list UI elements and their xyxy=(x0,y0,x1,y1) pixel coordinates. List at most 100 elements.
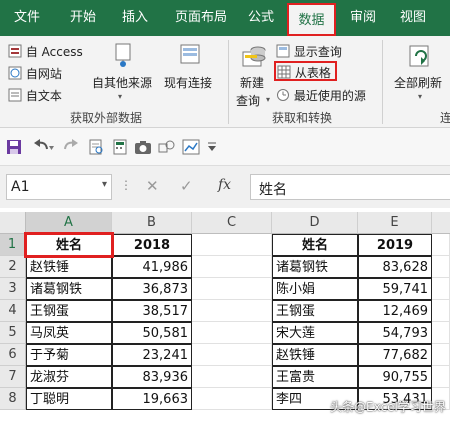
cell[interactable]: 23,241 xyxy=(112,344,192,366)
name-box[interactable]: A1 ▾ xyxy=(6,174,112,200)
tab-review[interactable]: 审阅 xyxy=(340,0,386,36)
cell[interactable]: 赵铁锤 xyxy=(272,344,358,366)
cell[interactable]: 宋大莲 xyxy=(272,322,358,344)
cell[interactable] xyxy=(432,300,450,322)
more-dots-icon: ⋮ xyxy=(120,178,132,192)
row-header[interactable]: 2 xyxy=(0,256,26,278)
customize-qat-icon[interactable] xyxy=(206,141,218,153)
shapes-icon[interactable] xyxy=(158,139,176,155)
cell[interactable]: 赵铁锤 xyxy=(26,256,112,278)
column-header-b[interactable]: B xyxy=(112,212,192,234)
from-web-button[interactable]: 自网站 xyxy=(8,64,62,82)
cell[interactable]: 59,741 xyxy=(358,278,432,300)
tab-formulas[interactable]: 公式 xyxy=(238,0,284,36)
formula-input[interactable]: 姓名 xyxy=(250,174,450,200)
cell[interactable] xyxy=(192,278,272,300)
tab-insert[interactable]: 插入 xyxy=(110,0,160,36)
new-query-button[interactable]: 新建 查询 ▾ xyxy=(234,40,274,108)
cell[interactable] xyxy=(192,322,272,344)
row-header[interactable]: 8 xyxy=(0,388,26,410)
cell[interactable]: 丁聪明 xyxy=(26,388,112,410)
row-header[interactable]: 3 xyxy=(0,278,26,300)
cell[interactable]: 姓名 xyxy=(272,234,358,256)
row-header[interactable]: 7 xyxy=(0,366,26,388)
row-header[interactable]: 6 xyxy=(0,344,26,366)
cell[interactable] xyxy=(432,322,450,344)
cell[interactable]: 于予菊 xyxy=(26,344,112,366)
from-access-button[interactable]: 自 Access xyxy=(8,42,83,60)
cell[interactable]: 诸葛钢铁 xyxy=(26,278,112,300)
tab-page-layout[interactable]: 页面布局 xyxy=(165,0,237,36)
column-header-e[interactable]: E xyxy=(358,212,432,234)
from-table-button[interactable]: 从表格 xyxy=(274,61,337,81)
column-header-d[interactable]: D xyxy=(272,212,358,234)
row-header[interactable]: 5 xyxy=(0,322,26,344)
existing-connections-button[interactable]: 现有连接 xyxy=(162,40,218,106)
print-preview-icon[interactable] xyxy=(88,139,104,155)
tab-home[interactable]: 开始 xyxy=(58,0,108,36)
cell[interactable] xyxy=(192,300,272,322)
cell[interactable]: 90,755 xyxy=(358,366,432,388)
selected-cell-a1[interactable]: 姓名 xyxy=(24,232,114,258)
cell[interactable]: 2018 xyxy=(112,234,192,256)
chart-icon[interactable] xyxy=(182,139,200,155)
tab-data[interactable]: 数据 xyxy=(287,3,336,36)
cell[interactable] xyxy=(192,234,272,256)
web-icon xyxy=(8,66,22,80)
cell[interactable] xyxy=(432,234,450,256)
column-header-c[interactable]: C xyxy=(192,212,272,234)
row-header[interactable]: 4 xyxy=(0,300,26,322)
column-header-a[interactable]: A xyxy=(26,212,112,234)
cancel-icon[interactable]: ✕ xyxy=(146,177,159,195)
cell[interactable] xyxy=(192,344,272,366)
cell[interactable]: 12,469 xyxy=(358,300,432,322)
cell[interactable]: 诸葛钢铁 xyxy=(272,256,358,278)
cell[interactable] xyxy=(192,256,272,278)
cell[interactable]: 王钢蛋 xyxy=(26,300,112,322)
select-all-corner[interactable] xyxy=(0,212,26,234)
quick-access-toolbar xyxy=(0,128,450,166)
recent-sources-label: 最近使用的源 xyxy=(293,89,366,103)
redo-icon[interactable] xyxy=(60,139,82,155)
cell[interactable] xyxy=(432,366,450,388)
cell[interactable]: 83,936 xyxy=(112,366,192,388)
row-header[interactable]: 1 xyxy=(0,234,26,256)
group-label-external-data: 获取外部数据 xyxy=(70,111,143,125)
cell[interactable] xyxy=(432,256,450,278)
cell[interactable] xyxy=(192,366,272,388)
cell[interactable] xyxy=(432,344,450,366)
cell[interactable]: 王富贵 xyxy=(272,366,358,388)
formula-bar: A1 ▾ ⋮ ✕ ✓ fx 姓名 xyxy=(0,166,450,208)
cell[interactable]: 陈小娟 xyxy=(272,278,358,300)
other-sources-button[interactable]: 自其他来源 ▾ xyxy=(90,40,154,106)
enter-icon[interactable]: ✓ xyxy=(180,177,193,195)
tab-file[interactable]: 文件 xyxy=(2,0,52,36)
show-queries-label: 显示查询 xyxy=(293,45,342,59)
refresh-all-button[interactable]: 全部刷新 ▾ xyxy=(392,40,448,106)
cell[interactable]: 19,663 xyxy=(112,388,192,410)
calculate-icon[interactable] xyxy=(112,139,128,155)
cell[interactable]: 41,986 xyxy=(112,256,192,278)
cell[interactable]: 2019 xyxy=(358,234,432,256)
tab-view[interactable]: 视图 xyxy=(390,0,436,36)
cell[interactable]: 50,581 xyxy=(112,322,192,344)
cell[interactable]: 38,517 xyxy=(112,300,192,322)
cell[interactable]: 王钢蛋 xyxy=(272,300,358,322)
cell[interactable]: 马凤英 xyxy=(26,322,112,344)
cell[interactable]: 83,628 xyxy=(358,256,432,278)
cell[interactable]: 54,793 xyxy=(358,322,432,344)
show-queries-button[interactable]: 显示查询 xyxy=(276,42,342,60)
camera-icon[interactable] xyxy=(134,139,152,155)
undo-icon[interactable] xyxy=(32,139,54,155)
save-icon[interactable] xyxy=(6,139,22,155)
recent-sources-button[interactable]: 最近使用的源 xyxy=(276,86,366,104)
new-query-icon xyxy=(242,46,266,67)
insert-function-icon[interactable]: fx xyxy=(218,177,231,193)
from-text-button[interactable]: 自文本 xyxy=(8,86,62,104)
cell[interactable] xyxy=(192,388,272,410)
cell[interactable]: 36,873 xyxy=(112,278,192,300)
column-header-f[interactable] xyxy=(432,212,450,234)
cell[interactable]: 龙淑芬 xyxy=(26,366,112,388)
cell[interactable] xyxy=(432,278,450,300)
cell[interactable]: 77,682 xyxy=(358,344,432,366)
